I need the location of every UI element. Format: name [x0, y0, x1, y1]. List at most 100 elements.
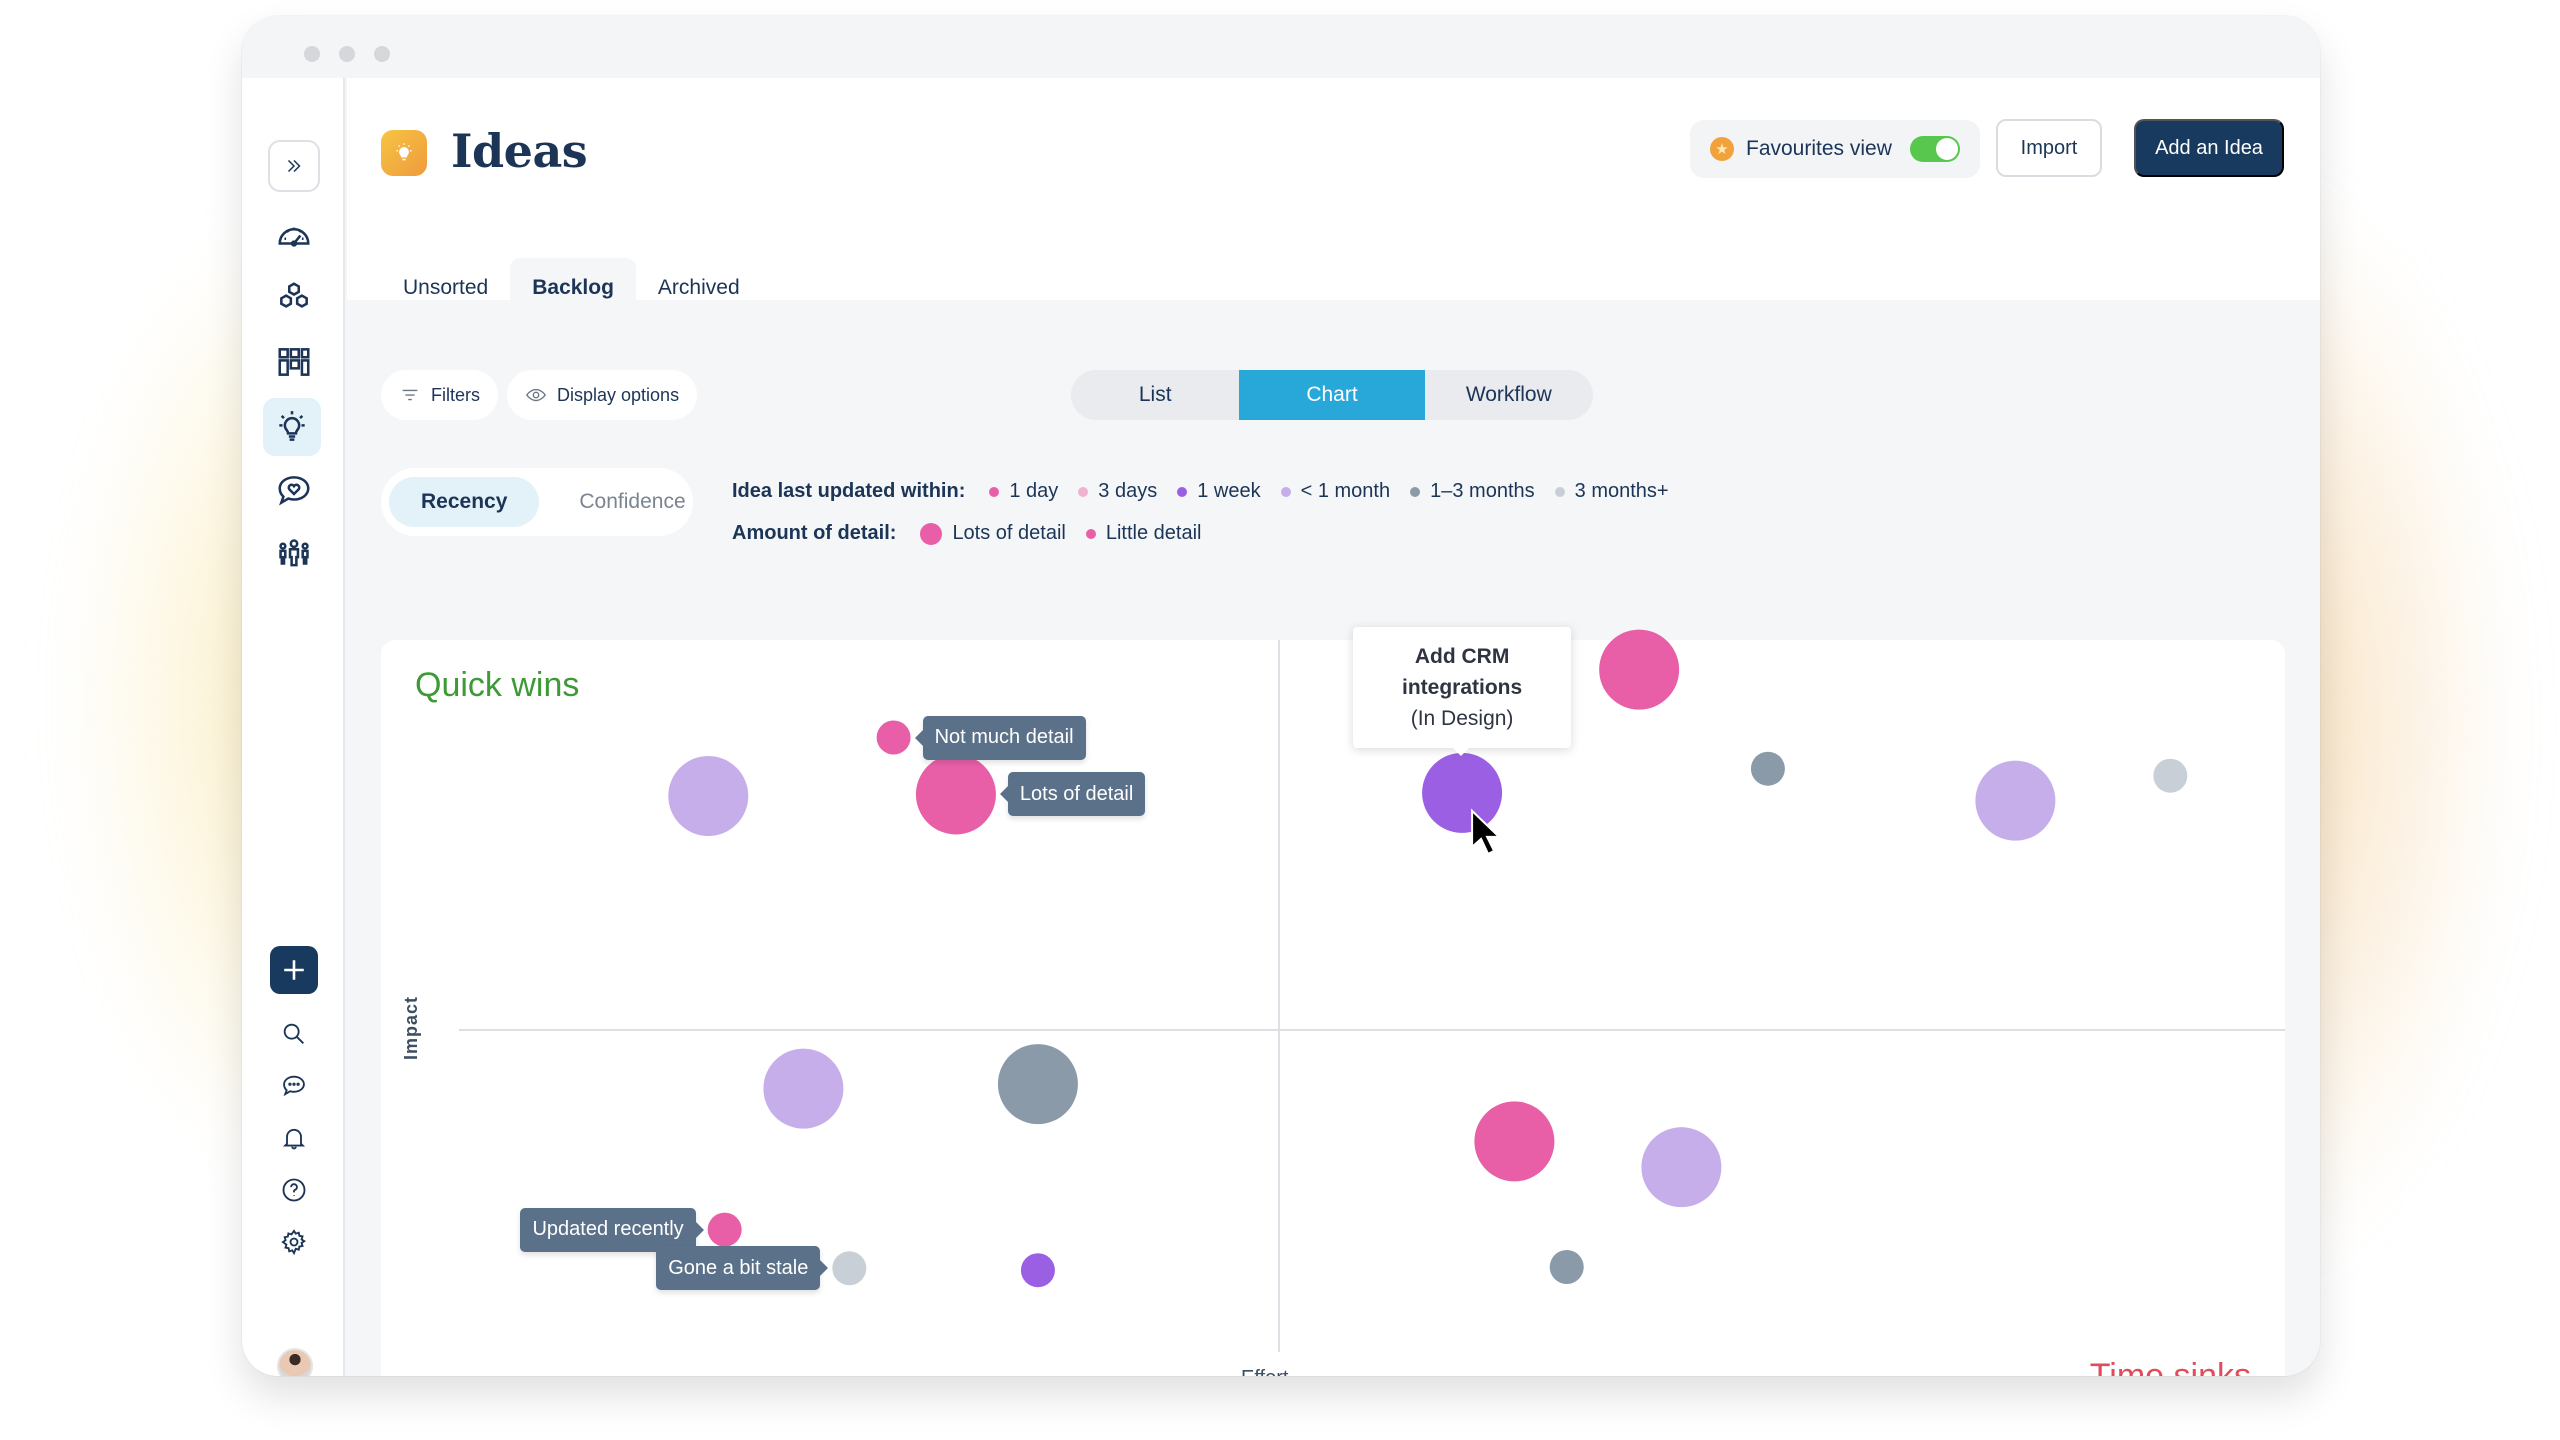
legend-label: < 1 month: [1300, 480, 1391, 502]
view-workflow[interactable]: Workflow: [1425, 370, 1593, 420]
cubes-icon: [280, 282, 308, 308]
tab-backlog[interactable]: Backlog: [510, 258, 636, 318]
create-button[interactable]: [270, 946, 318, 994]
favourites-view-label: Favourites view: [1746, 137, 1892, 160]
idea-bubble[interactable]: [1641, 1127, 1722, 1208]
legend-dot: [1177, 486, 1188, 497]
legend-item: 3 months+: [1554, 480, 1669, 503]
sidebar-expand-button[interactable]: [268, 140, 320, 192]
sidebar-item-dashboard[interactable]: [268, 208, 320, 260]
page-title: Ideas: [451, 124, 588, 178]
idea-bubble[interactable]: [832, 1251, 867, 1286]
user-avatar[interactable]: [277, 1348, 313, 1376]
sidebar-item-products[interactable]: [268, 272, 320, 324]
idea-tooltip: Add CRM integrations (In Design): [1353, 626, 1572, 756]
legend-dot: [1554, 486, 1565, 497]
page-header: Ideas ★ Favourites view Import Add an Id…: [347, 78, 2320, 318]
recency-legend: Idea last updated within: 1 day 3 days 1…: [732, 480, 1675, 503]
idea-bubble[interactable]: [997, 1044, 1078, 1125]
legend-dot: [1410, 486, 1421, 497]
heart-chat-icon: [278, 476, 310, 506]
ideas-page-icon: [381, 130, 427, 176]
legend-dot: [989, 486, 1000, 497]
window-minimize-button[interactable]: [339, 46, 355, 62]
quadrant-label-quick-wins: Quick wins: [415, 666, 580, 704]
legend-label: Lots of detail: [952, 522, 1066, 544]
idea-bubble[interactable]: [668, 756, 749, 836]
gear-icon: [281, 1229, 306, 1256]
legend-label: Little detail: [1105, 522, 1202, 544]
legend-label: 1 week: [1197, 480, 1261, 502]
idea-bubble[interactable]: [1750, 751, 1785, 786]
lightbulb-icon: [396, 143, 412, 161]
y-axis-label: Impact: [401, 995, 421, 1060]
color-mode-toggle: Recency Confidence: [381, 468, 693, 536]
idea-bubble[interactable]: [915, 754, 996, 835]
favourites-view-toggle[interactable]: [1909, 136, 1960, 162]
view-chart[interactable]: Chart: [1239, 370, 1425, 420]
star-icon: ★: [1710, 137, 1734, 161]
tooltip-title: Add CRM integrations: [1401, 644, 1523, 699]
idea-bubble[interactable]: [1549, 1249, 1584, 1284]
bubble-callout: Lots of detail: [999, 772, 1146, 817]
legend-label: 3 months+: [1574, 480, 1669, 502]
x-axis-label: Effort: [1241, 1367, 1288, 1376]
view-list[interactable]: List: [1071, 370, 1239, 420]
legend-item: 1 week: [1177, 480, 1261, 503]
favourites-view-control[interactable]: ★ Favourites view: [1690, 120, 1980, 178]
filter-icon: [402, 389, 418, 401]
double-chevron-right-icon: [287, 159, 301, 173]
display-options-button[interactable]: Display options: [507, 370, 698, 420]
window-close-button[interactable]: [304, 46, 320, 62]
lightbulb-icon: [279, 411, 305, 441]
legend-label: 1 day: [1009, 480, 1059, 502]
legend-item: 3 days: [1078, 480, 1157, 503]
main-area: Ideas ★ Favourites view Import Add an Id…: [347, 78, 2320, 1376]
view-switcher: List Chart Workflow: [1071, 370, 1593, 420]
window-maximize-button[interactable]: [374, 46, 390, 62]
legend-item: 1–3 months: [1410, 480, 1535, 503]
speedometer-icon: [278, 227, 310, 247]
legend-item: 1 day: [989, 480, 1058, 503]
legend-dot-small: [1085, 528, 1096, 539]
tooltip-status: (In Design): [1410, 706, 1514, 730]
idea-bubble[interactable]: [1474, 1101, 1555, 1182]
legend-item: Little detail: [1085, 522, 1202, 545]
tab-unsorted[interactable]: Unsorted: [381, 258, 510, 318]
sidebar-item-roadmap[interactable]: [268, 336, 320, 388]
chat-icon: [283, 1075, 305, 1097]
display-options-label: Display options: [557, 384, 680, 405]
bubble-callout: Gone a bit stale: [656, 1246, 829, 1291]
grid-icon: [278, 348, 310, 376]
sidebar-item-ideas[interactable]: [263, 398, 321, 456]
idea-bubble[interactable]: [1975, 760, 2056, 841]
search-icon: [283, 1023, 304, 1044]
notifications-button[interactable]: [268, 1112, 320, 1164]
idea-bubble[interactable]: [1422, 752, 1503, 833]
help-button[interactable]: [268, 1164, 320, 1216]
filters-button[interactable]: Filters: [381, 370, 498, 420]
search-button[interactable]: [268, 1008, 320, 1060]
help-icon: [282, 1178, 306, 1202]
sidebar-item-feedback[interactable]: [268, 464, 320, 516]
add-idea-button[interactable]: Add an Idea: [2134, 119, 2284, 177]
idea-bubble[interactable]: [763, 1048, 844, 1129]
idea-bubble[interactable]: [1599, 629, 1680, 710]
mode-recency[interactable]: Recency: [389, 477, 540, 527]
idea-bubble[interactable]: [876, 720, 911, 755]
detail-legend: Amount of detail: Lots of detail Little …: [732, 522, 1207, 545]
idea-bubble[interactable]: [2153, 758, 2188, 793]
mode-confidence[interactable]: Confidence: [547, 477, 717, 527]
settings-button[interactable]: [268, 1216, 320, 1268]
idea-bubble[interactable]: [707, 1212, 742, 1247]
people-icon: [279, 539, 309, 567]
import-button[interactable]: Import: [1996, 119, 2102, 177]
tab-archived[interactable]: Archived: [636, 258, 762, 318]
messages-button[interactable]: [268, 1060, 320, 1112]
impact-effort-chart: Quick wins Time sinks Effort Impact Not …: [381, 626, 2285, 1376]
legend-dot-large: [920, 522, 943, 545]
sidebar-item-team[interactable]: [268, 528, 320, 580]
idea-bubble[interactable]: [1020, 1253, 1055, 1288]
content-area: Filters Display options List Chart Workf…: [347, 320, 2320, 1376]
filters-label: Filters: [431, 384, 480, 405]
